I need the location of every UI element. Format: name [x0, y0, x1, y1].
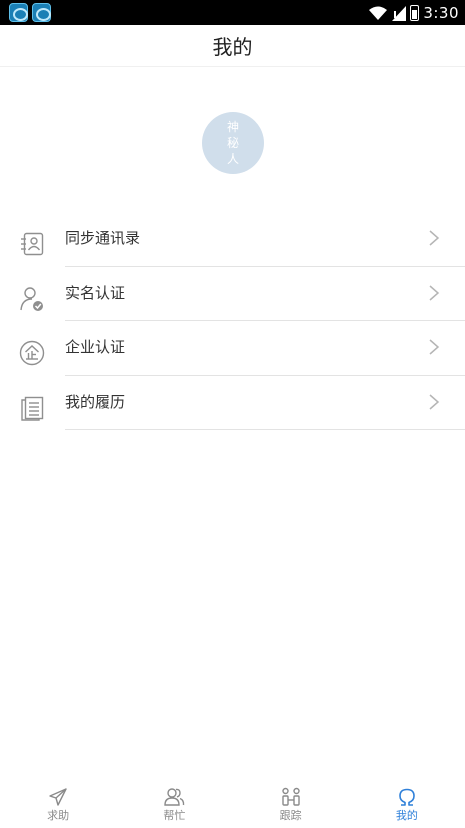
wifi-icon	[369, 6, 388, 20]
user-verified-icon	[20, 286, 43, 311]
chevron-right-icon	[429, 285, 440, 301]
nav-tab-help-request[interactable]: 求助	[0, 782, 116, 828]
nav-label: 求助	[47, 809, 70, 822]
chevron-right-icon	[429, 230, 440, 246]
menu-item-label: 企业认证	[65, 338, 126, 357]
app-notification-icon	[32, 3, 51, 22]
people-icon	[164, 788, 185, 806]
omega-icon	[399, 788, 415, 806]
bottom-nav: 求助 帮忙 跟踪 我的	[0, 782, 465, 828]
chevron-right-icon	[429, 394, 440, 410]
menu-item-resume[interactable]: 我的履历	[0, 376, 465, 431]
menu-item-label: 实名认证	[65, 283, 126, 302]
signal-icon	[392, 5, 407, 21]
nav-tab-help-others[interactable]: 帮忙	[116, 782, 232, 828]
nav-label: 跟踪	[279, 809, 302, 822]
contacts-book-icon	[21, 232, 44, 256]
nav-label: 帮忙	[163, 809, 186, 822]
app-screen: 3:30 我的 神秘人 同步通讯录 实名认证 企业认证 我的履历 求助 帮忙 跟…	[0, 0, 465, 828]
app-notification-icon	[9, 3, 28, 22]
menu-item-real-name[interactable]: 实名认证	[0, 267, 465, 322]
chevron-right-icon	[429, 339, 440, 355]
menu-item-label: 我的履历	[65, 392, 126, 411]
status-indicators: 3:30	[368, 0, 459, 25]
nav-tab-track[interactable]: 跟踪	[233, 782, 349, 828]
title-bar: 我的	[0, 25, 465, 67]
clock: 3:30	[423, 3, 459, 22]
avatar-text: 神秘人	[226, 120, 239, 166]
divider	[65, 429, 465, 431]
menu-item-sync-contacts[interactable]: 同步通讯录	[0, 212, 465, 267]
paper-plane-icon	[49, 788, 67, 806]
profile-menu: 同步通讯录 实名认证 企业认证 我的履历	[0, 212, 465, 431]
enterprise-icon	[19, 340, 45, 366]
status-bar: 3:30	[0, 0, 465, 25]
page-title: 我的	[212, 35, 253, 59]
menu-item-label: 同步通讯录	[65, 229, 141, 247]
avatar[interactable]: 神秘人	[202, 112, 264, 174]
menu-item-enterprise[interactable]: 企业认证	[0, 321, 465, 376]
nav-label: 我的	[395, 809, 418, 822]
battery-icon	[410, 4, 420, 21]
resume-icon	[21, 396, 44, 421]
track-icon	[281, 787, 300, 806]
nav-tab-mine[interactable]: 我的	[349, 782, 465, 828]
